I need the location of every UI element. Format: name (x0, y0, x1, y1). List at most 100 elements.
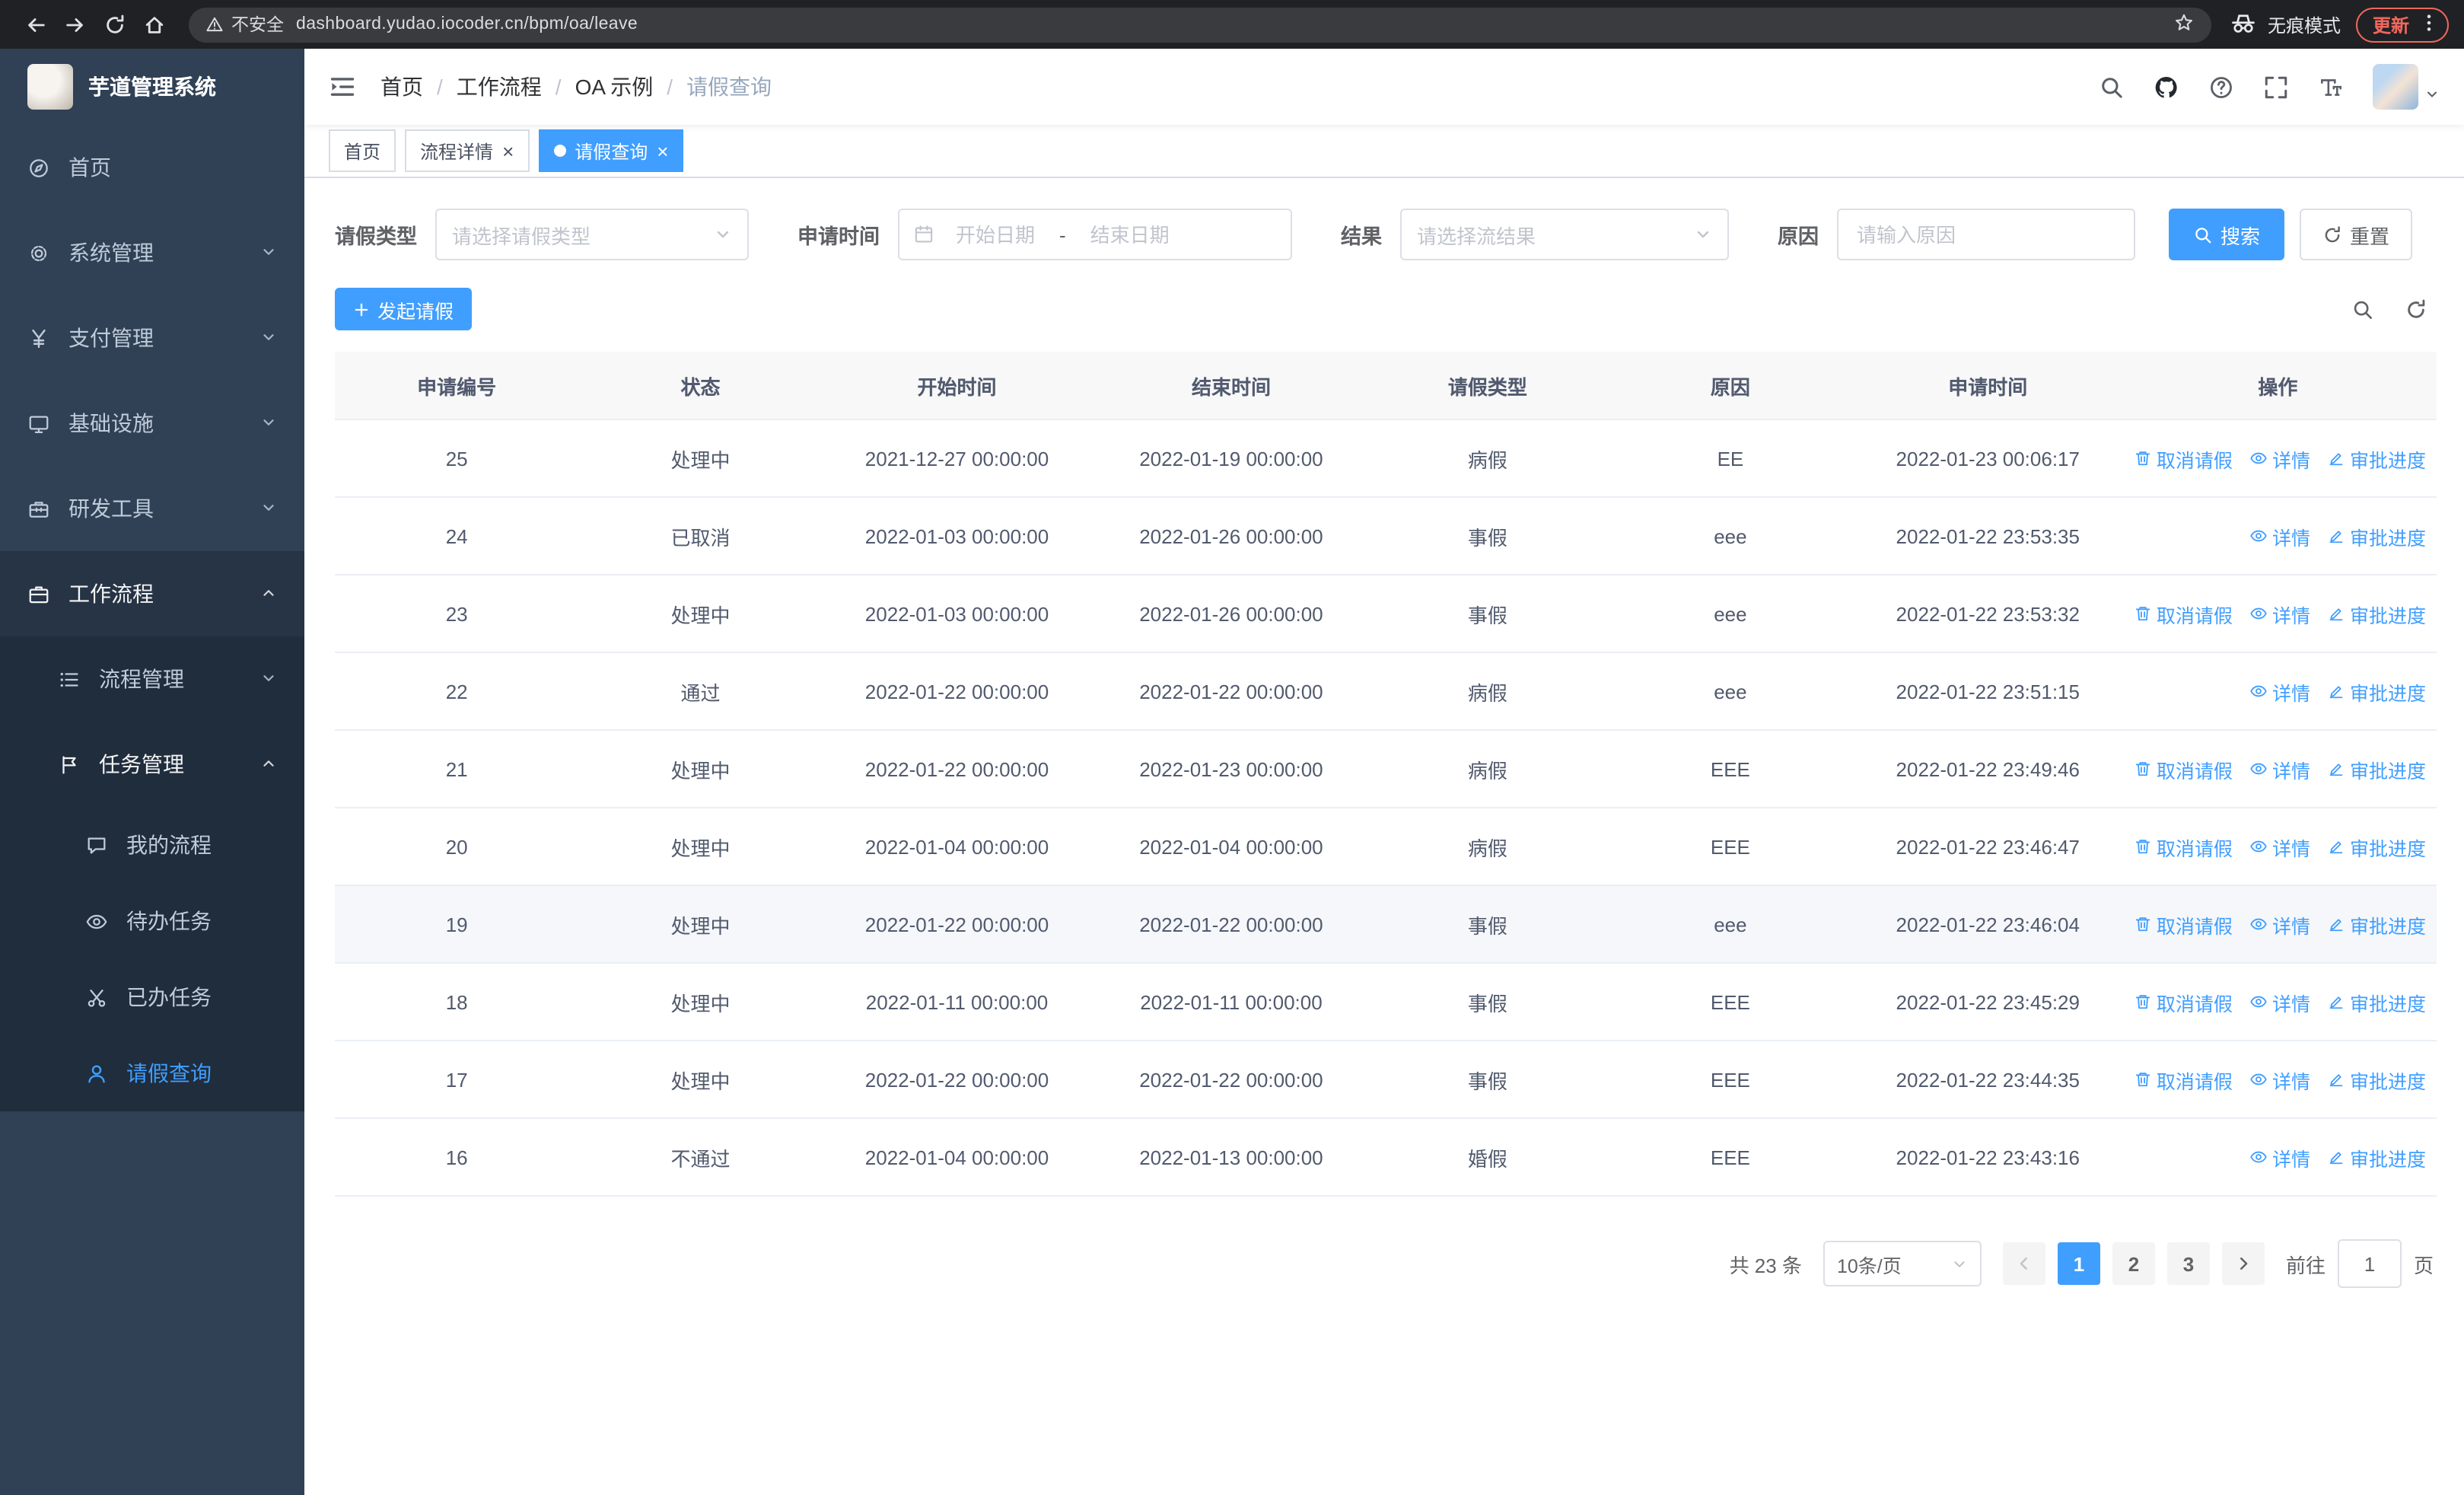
progress-link[interactable]: 审批进度 (2327, 444, 2426, 473)
reason-input[interactable] (1837, 209, 2135, 260)
update-button[interactable]: 更新 (2355, 7, 2449, 42)
eye-icon (2249, 837, 2268, 856)
progress-link[interactable]: 审批进度 (2327, 599, 2426, 628)
browser-home-button[interactable] (134, 5, 173, 44)
detail-link[interactable]: 详情 (2249, 599, 2310, 628)
result-select[interactable]: 请选择流结果 (1400, 209, 1729, 260)
browser-reload-button[interactable] (94, 5, 134, 44)
sidebar-item-task-mgmt[interactable]: 任务管理 (0, 722, 304, 807)
address-bar[interactable]: 不安全 dashboard.yudao.iocoder.cn/bpm/oa/le… (189, 7, 2211, 42)
table-row: 17 处理中 2022-01-22 00:00:00 2022-01-22 00… (335, 1041, 2437, 1119)
row-actions: 详情 审批进度 (2121, 521, 2435, 550)
detail-link[interactable]: 详情 (2249, 987, 2310, 1016)
cancel-leave-link[interactable]: 取消请假 (2134, 599, 2233, 628)
github-icon[interactable] (2154, 74, 2179, 100)
user-menu[interactable] (2373, 64, 2440, 110)
pager-page-1[interactable]: 1 (2057, 1242, 2100, 1285)
security-chip[interactable]: 不安全 (205, 12, 284, 37)
close-icon[interactable]: × (657, 141, 668, 161)
bookmark-star-icon[interactable] (2173, 11, 2195, 37)
reset-button[interactable]: 重置 (2300, 209, 2413, 260)
sidebar-item-home[interactable]: 首页 (0, 125, 304, 210)
cell-applied: 2022-01-22 23:46:04 (1856, 885, 2119, 964)
fullscreen-icon[interactable] (2263, 74, 2289, 100)
leave-type-select[interactable]: 请选择请假类型 (435, 209, 749, 260)
font-size-icon[interactable] (2318, 74, 2344, 100)
cancel-leave-link[interactable]: 取消请假 (2134, 832, 2233, 861)
refresh-table-button[interactable] (2405, 298, 2427, 320)
sidebar-item-leave-query[interactable]: 请假查询 (0, 1035, 304, 1111)
create-leave-button[interactable]: 发起请假 (335, 288, 473, 330)
sidebar-item-workflow[interactable]: 工作流程 (0, 551, 304, 636)
cancel-leave-link[interactable]: 取消请假 (2134, 1065, 2233, 1094)
search-icon[interactable] (2099, 74, 2125, 100)
progress-link[interactable]: 审批进度 (2327, 832, 2426, 861)
sidebar-item-process-mgmt[interactable]: 流程管理 (0, 636, 304, 722)
sidebar-item-payment[interactable]: 支付管理 (0, 295, 304, 381)
date-range-picker[interactable]: - (898, 209, 1292, 260)
pager-next-button[interactable] (2221, 1242, 2265, 1285)
sidebar-logo[interactable]: 芋道管理系统 (0, 49, 304, 125)
breadcrumb-oa-example[interactable]: OA 示例 (575, 72, 654, 102)
end-date-input[interactable] (1071, 222, 1188, 247)
progress-link[interactable]: 审批进度 (2327, 987, 2426, 1016)
progress-link[interactable]: 审批进度 (2327, 677, 2426, 706)
sidebar-item-system[interactable]: 系统管理 (0, 210, 304, 295)
col-end-time: 结束时间 (1091, 352, 1371, 420)
detail-link[interactable]: 详情 (2249, 677, 2310, 706)
pager-page-3[interactable]: 3 (2166, 1242, 2210, 1285)
trash-icon (2134, 837, 2152, 856)
progress-link[interactable]: 审批进度 (2327, 1143, 2426, 1171)
tab-process-detail[interactable]: 流程详情 × (405, 129, 530, 172)
detail-link[interactable]: 详情 (2249, 1143, 2310, 1171)
progress-link[interactable]: 审批进度 (2327, 754, 2426, 783)
page-size-select[interactable]: 10条/页 (1823, 1241, 1982, 1286)
pen-icon (2327, 1070, 2345, 1089)
progress-link[interactable]: 审批进度 (2327, 1065, 2426, 1094)
detail-link[interactable]: 详情 (2249, 910, 2310, 939)
cell-applied: 2022-01-22 23:51:15 (1856, 652, 2119, 731)
toggle-search-button[interactable] (2351, 298, 2374, 320)
leave-table: 申请编号 状态 开始时间 结束时间 请假类型 原因 申请时间 操作 25 处理中… (335, 352, 2437, 1197)
sidebar-item-infra[interactable]: 基础设施 (0, 381, 304, 466)
breadcrumb-workflow[interactable]: 工作流程 (457, 72, 542, 102)
browser-back-button[interactable] (15, 5, 55, 44)
sidebar-item-todo-tasks[interactable]: 待办任务 (0, 883, 304, 959)
pager-prev-button[interactable] (2002, 1242, 2045, 1285)
goto-page-input[interactable] (2337, 1239, 2402, 1288)
cancel-leave-link[interactable]: 取消请假 (2134, 910, 2233, 939)
detail-link[interactable]: 详情 (2249, 521, 2310, 550)
cell-type: 事假 (1370, 575, 1605, 653)
progress-link[interactable]: 审批进度 (2327, 910, 2426, 939)
search-button[interactable]: 搜索 (2169, 209, 2285, 260)
cancel-leave-link[interactable]: 取消请假 (2134, 444, 2233, 473)
caret-down-icon (2424, 82, 2440, 110)
cell-end: 2022-01-04 00:00:00 (1091, 808, 1371, 886)
sidebar-item-devtools[interactable]: 研发工具 (0, 466, 304, 551)
browser-menu-icon[interactable] (2418, 11, 2440, 37)
pen-icon (2327, 604, 2345, 623)
cancel-leave-link[interactable]: 取消请假 (2134, 754, 2233, 783)
cancel-leave-link[interactable]: 取消请假 (2134, 987, 2233, 1016)
browser-forward-button[interactable] (55, 5, 94, 44)
breadcrumb-home[interactable]: 首页 (380, 72, 423, 102)
cell-start: 2022-01-04 00:00:00 (822, 808, 1092, 886)
sidebar-fold-button[interactable] (329, 73, 356, 100)
chevron-down-icon (714, 225, 732, 244)
cell-id: 24 (335, 497, 579, 575)
sidebar-item-my-process[interactable]: 我的流程 (0, 807, 304, 883)
table-row: 19 处理中 2022-01-22 00:00:00 2022-01-22 00… (335, 885, 2437, 964)
sidebar-item-done-tasks[interactable]: 已办任务 (0, 959, 304, 1035)
progress-link[interactable]: 审批进度 (2327, 521, 2426, 550)
detail-link[interactable]: 详情 (2249, 1065, 2310, 1094)
tab-home[interactable]: 首页 (329, 129, 396, 172)
tab-leave-query[interactable]: 请假查询 × (538, 129, 684, 172)
start-date-input[interactable] (938, 222, 1053, 247)
close-icon[interactable]: × (502, 141, 514, 161)
detail-link[interactable]: 详情 (2249, 754, 2310, 783)
monitor-icon (27, 412, 50, 435)
help-icon[interactable] (2208, 74, 2234, 100)
pager-page-2[interactable]: 2 (2112, 1242, 2155, 1285)
detail-link[interactable]: 详情 (2249, 832, 2310, 861)
detail-link[interactable]: 详情 (2249, 444, 2310, 473)
